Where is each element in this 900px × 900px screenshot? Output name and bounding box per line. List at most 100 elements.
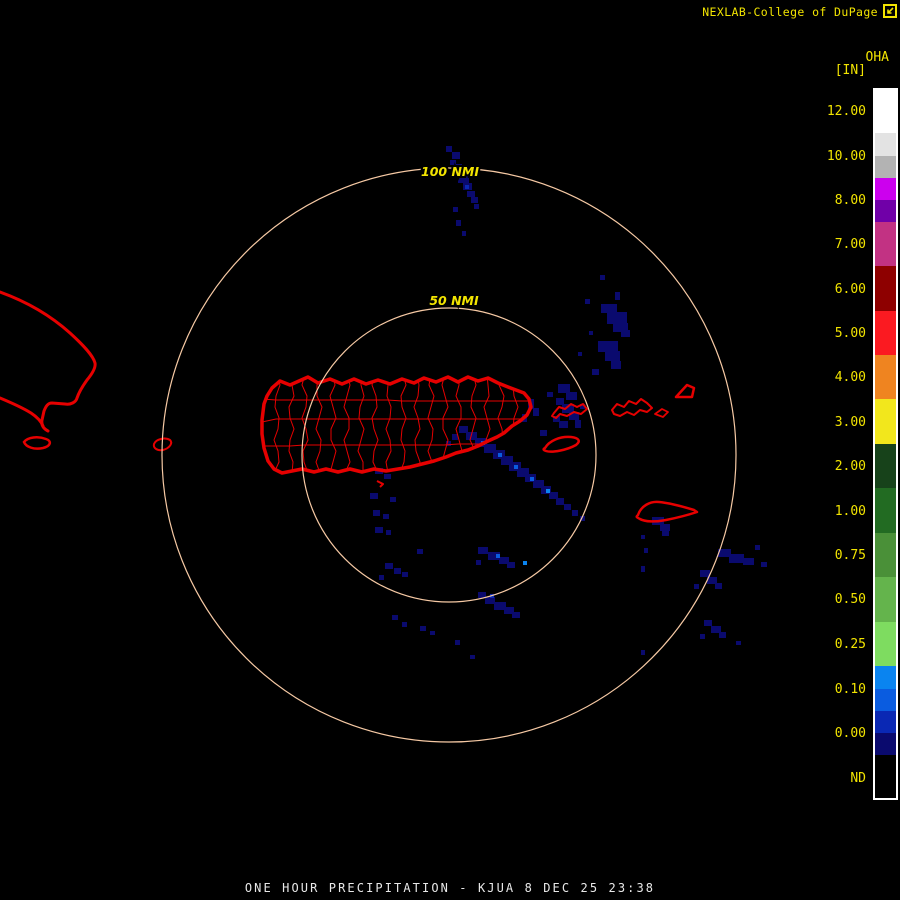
legend-band xyxy=(875,622,896,666)
legend-band xyxy=(875,311,896,355)
precip-echo xyxy=(589,331,593,335)
precip-echo xyxy=(601,304,617,313)
legend-colorbar xyxy=(873,88,898,800)
precip-echo xyxy=(719,632,726,638)
island-outlines xyxy=(152,383,699,523)
cursor-box-arrow-icon xyxy=(883,4,897,18)
range-ring-label: 50 NMI xyxy=(429,293,479,308)
hispaniola-coastline xyxy=(0,290,97,450)
precip-echo xyxy=(585,299,590,304)
island-outline-tortola xyxy=(674,383,696,399)
precip-echo xyxy=(598,341,618,352)
precip-echo xyxy=(390,497,396,502)
precip-echo xyxy=(700,634,705,639)
precip-echo xyxy=(417,549,423,554)
precip-echo xyxy=(729,554,744,563)
legend-units: [IN] xyxy=(834,63,866,78)
legend-tick-label: 0.00 xyxy=(834,726,866,741)
legend-band xyxy=(875,577,896,622)
precip-echo xyxy=(546,489,550,493)
precip-echo xyxy=(455,640,460,645)
precip-echo xyxy=(755,545,760,550)
precip-echo xyxy=(452,152,460,159)
precip-echo xyxy=(430,631,435,635)
precip-echo xyxy=(456,220,461,226)
precip-echo xyxy=(641,650,645,655)
precip-echo xyxy=(575,420,581,428)
legend-tick-label: 4.00 xyxy=(834,370,866,385)
range-ring-label: 100 NMI xyxy=(421,164,479,179)
legend-band xyxy=(875,178,896,200)
precip-echo xyxy=(402,572,408,577)
legend-tick-label: 8.00 xyxy=(834,193,866,208)
legend-band xyxy=(875,399,896,444)
legend-tick-label: 10.00 xyxy=(826,149,866,164)
radar-product-screen: 100 NMI 50 NMI NEXLAB-College of DuPage O… xyxy=(0,0,900,900)
legend-tick-label: 1.00 xyxy=(834,504,866,519)
legend-tick-label: 2.00 xyxy=(834,459,866,474)
precip-echo xyxy=(384,474,391,479)
precip-echo xyxy=(530,477,534,481)
precip-echo xyxy=(592,369,599,375)
precip-echo xyxy=(471,197,478,203)
legend-band xyxy=(875,733,896,755)
precip-echo xyxy=(507,562,515,568)
island-outline-caja-de-muertos xyxy=(376,480,384,488)
precip-echo xyxy=(564,504,571,510)
radar-display: 100 NMI 50 NMI xyxy=(0,146,767,743)
precip-echo xyxy=(556,398,564,405)
precip-echo xyxy=(453,207,458,212)
precip-echo xyxy=(715,583,722,589)
precip-echo xyxy=(641,535,645,539)
precip-echo xyxy=(578,352,582,356)
legend-band xyxy=(875,689,896,711)
precip-echo xyxy=(420,626,426,631)
precip-echo xyxy=(476,560,481,565)
precip-echo xyxy=(743,558,754,565)
precip-echo xyxy=(607,312,627,324)
precip-echo xyxy=(694,584,699,589)
legend-tick-label: 3.00 xyxy=(834,415,866,430)
island-outline-st-john xyxy=(654,408,669,418)
legend-tick-label: 5.00 xyxy=(834,326,866,341)
legend-product-code: OHA xyxy=(865,50,889,65)
island-outline-st-thomas xyxy=(611,398,653,417)
legend-band xyxy=(875,488,896,533)
precip-echo xyxy=(470,655,475,659)
brand-text: NEXLAB-College of DuPage xyxy=(702,4,878,19)
precip-echo xyxy=(704,620,712,626)
precip-echo xyxy=(700,570,710,577)
precip-echo xyxy=(467,191,475,197)
legend-band xyxy=(875,533,896,577)
legend-band xyxy=(875,755,896,798)
precip-echo xyxy=(572,510,578,516)
precip-echo xyxy=(485,597,495,604)
precip-echo xyxy=(512,612,520,618)
precip-echo xyxy=(402,622,407,627)
precip-echo xyxy=(459,426,468,433)
precip-echo xyxy=(662,531,669,536)
legend-band xyxy=(875,133,896,156)
precip-echo xyxy=(379,575,384,580)
precip-echo xyxy=(523,561,527,565)
precip-echo xyxy=(559,421,568,428)
range-rings: 100 NMI 50 NMI xyxy=(161,162,737,743)
precip-echoes xyxy=(370,146,767,659)
precip-echo xyxy=(373,510,380,516)
island-outline-st-croix xyxy=(635,500,699,523)
legend-band xyxy=(875,355,896,399)
precip-echo xyxy=(383,514,389,519)
precip-echo xyxy=(462,231,466,236)
precip-echo xyxy=(615,292,620,300)
precip-echo xyxy=(611,361,621,369)
precip-echo xyxy=(566,392,577,400)
precip-echo xyxy=(711,626,721,633)
precip-echo xyxy=(375,527,383,533)
precip-echo xyxy=(533,408,539,416)
precip-echo xyxy=(394,568,401,574)
precip-echo xyxy=(600,275,605,280)
legend-tick-label: 7.00 xyxy=(834,237,866,252)
precip-echo xyxy=(660,524,670,531)
precip-echo xyxy=(547,392,553,397)
precip-echo xyxy=(621,330,630,337)
